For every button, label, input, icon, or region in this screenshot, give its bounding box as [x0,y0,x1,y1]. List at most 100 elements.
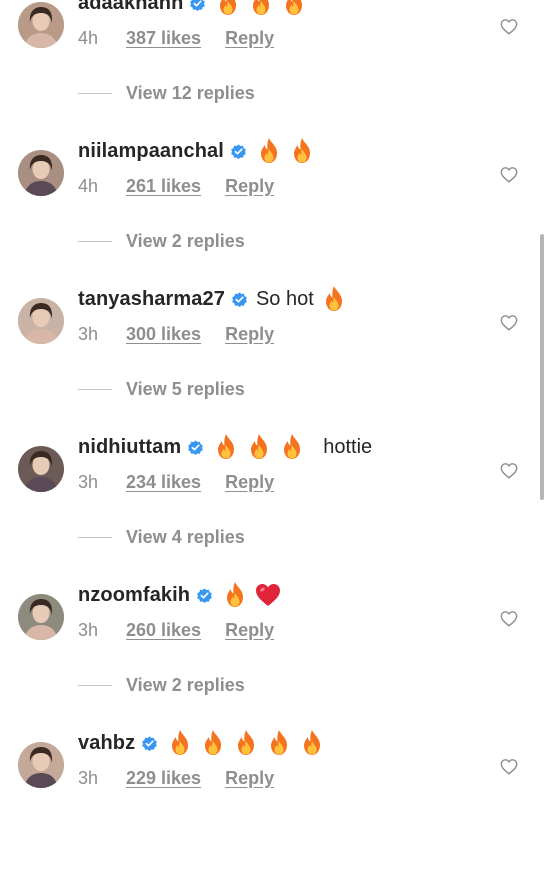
comment-line: vahbz [78,728,331,758]
fire-emoji-icon [247,0,275,17]
comment-line: tanyasharma27 So hot [78,284,353,314]
timestamp: 3h [78,471,99,492]
verified-badge-icon [230,143,247,160]
reply-button[interactable]: Reply [225,768,274,789]
avatar[interactable] [18,446,64,492]
reply-button[interactable]: Reply [225,472,274,493]
likes-link[interactable]: 300 likes [126,324,201,345]
reply-button[interactable]: Reply [225,28,274,49]
emoji-group [221,581,287,609]
reply-button[interactable]: Reply [225,620,274,641]
fire-emoji-icon [255,137,283,165]
fire-emoji-icon [245,433,273,461]
fire-emoji-icon [166,729,194,757]
reply-button[interactable]: Reply [225,324,274,345]
username[interactable]: nzoomfakih [78,584,190,607]
comment-text: hottie [323,435,373,458]
view-replies-label: View 2 replies [126,230,245,251]
replies-divider [78,92,112,94]
comment-line: niilampaanchal [78,136,321,166]
fire-emoji-icon [265,729,293,757]
fire-emoji-icon [232,729,260,757]
avatar[interactable] [18,2,64,48]
comment-text: So hot [255,287,314,310]
timestamp: 3h [78,767,99,788]
verified-badge-icon [141,735,158,752]
comment-meta: 3h 234 likes Reply [78,470,274,494]
fire-emoji-icon [214,0,242,17]
like-heart-icon[interactable] [500,18,518,36]
red-heart-emoji-icon [254,581,282,609]
verified-badge-icon [231,291,248,308]
likes-link[interactable]: 234 likes [126,472,201,493]
timestamp: 3h [78,619,99,640]
replies-divider [78,684,112,686]
verified-badge-icon [189,0,206,12]
comment-meta: 4h 387 likes Reply [78,26,274,50]
avatar[interactable] [18,298,64,344]
view-replies-label: View 12 replies [126,82,255,103]
fire-emoji-icon [288,137,316,165]
timestamp: 4h [78,27,99,48]
fire-emoji-icon [320,285,348,313]
fire-emoji-icon [278,433,306,461]
avatar[interactable] [18,150,64,196]
fire-emoji-icon [280,0,308,17]
fire-emoji-icon [212,433,240,461]
comment-item: nzoomfakih 3h 260 likes Reply View 2 replies [0,580,550,728]
username[interactable]: niilampaanchal [78,140,224,163]
comment-line: adaakhann [78,0,313,18]
fire-emoji-icon [199,729,227,757]
likes-link[interactable]: 260 likes [126,620,201,641]
avatar[interactable] [18,594,64,640]
comment-item: niilampaanchal 4h 261 likes Reply View 2 rep… [0,136,550,284]
view-replies-button[interactable]: View 2 replies [78,229,245,253]
emoji-group [166,729,331,757]
view-replies-button[interactable]: View 5 replies [78,377,245,401]
username[interactable]: nidhiuttam [78,436,181,459]
view-replies-button[interactable]: View 12 replies [78,81,255,105]
likes-link[interactable]: 261 likes [126,176,201,197]
comment-item: tanyasharma27 So hot 3h 300 likes Reply View … [0,284,550,432]
view-replies-label: View 5 replies [126,378,245,399]
emoji-group [255,137,321,165]
username[interactable]: tanyasharma27 [78,288,225,311]
like-heart-icon[interactable] [500,758,518,776]
avatar[interactable] [18,742,64,788]
timestamp: 3h [78,323,99,344]
comment-meta: 3h 300 likes Reply [78,322,274,346]
like-heart-icon[interactable] [500,314,518,332]
like-heart-icon[interactable] [500,166,518,184]
comment-meta: 3h 229 likes Reply [78,766,274,790]
view-replies-label: View 2 replies [126,674,245,695]
view-replies-button[interactable]: View 2 replies [78,673,245,697]
replies-divider [78,240,112,242]
likes-link[interactable]: 229 likes [126,768,201,789]
emoji-group [214,0,313,17]
view-replies-button[interactable]: View 4 replies [78,525,245,549]
verified-badge-icon [196,587,213,604]
fire-emoji-icon [221,581,249,609]
comment-line: nzoomfakih [78,580,287,610]
comment-meta: 3h 260 likes Reply [78,618,274,642]
reply-button[interactable]: Reply [225,176,274,197]
replies-divider [78,536,112,538]
username[interactable]: vahbz [78,732,135,755]
comment-line: nidhiuttam hottie [78,432,378,462]
emoji-group [212,433,311,461]
scrollbar[interactable] [540,234,544,500]
emoji-group [320,285,353,313]
replies-divider [78,388,112,390]
comment-item: nidhiuttam hottie 3h 234 likes Reply View 4 r… [0,432,550,580]
verified-badge-icon [187,439,204,456]
comment-meta: 4h 261 likes Reply [78,174,274,198]
like-heart-icon[interactable] [500,610,518,628]
comment-item: adaakhann 4h 387 likes Reply View 12 replies [0,0,550,136]
comment-item: vahbz 3h 229 likes Reply [0,728,550,876]
likes-link[interactable]: 387 likes [126,28,201,49]
username[interactable]: adaakhann [78,0,183,15]
like-heart-icon[interactable] [500,462,518,480]
timestamp: 4h [78,175,99,196]
view-replies-label: View 4 replies [126,526,245,547]
fire-emoji-icon [298,729,326,757]
